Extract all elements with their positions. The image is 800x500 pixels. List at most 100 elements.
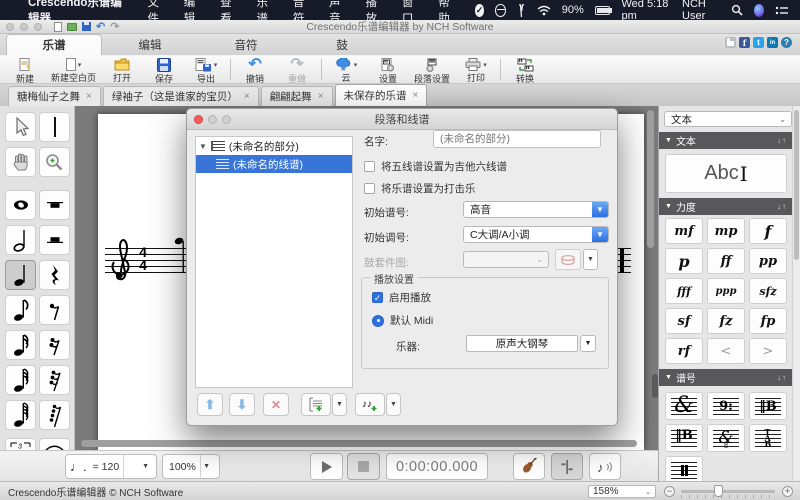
dialog-title-bar[interactable]: 段落和线谱 bbox=[187, 109, 617, 130]
zoom-in-button[interactable]: + bbox=[782, 486, 793, 497]
part-settings-button[interactable]: 段落设置 bbox=[409, 56, 455, 83]
cloud-button[interactable]: ▾ 云 bbox=[325, 56, 367, 83]
checkbox-checked[interactable]: ✓ bbox=[372, 292, 383, 303]
add-part-dropdown[interactable]: ▼ bbox=[332, 393, 347, 416]
section-move-icons[interactable]: ↓↑ bbox=[777, 202, 787, 211]
dynamic-item[interactable]: fz bbox=[707, 308, 745, 334]
percussion-clef-item[interactable] bbox=[665, 456, 703, 481]
quarter-note-tool[interactable] bbox=[5, 260, 36, 290]
open-button[interactable]: 打开 bbox=[101, 56, 143, 83]
doc-tab[interactable]: 翩翩起舞× bbox=[261, 86, 333, 106]
vertical-scrollbar[interactable] bbox=[647, 110, 654, 248]
save-button[interactable]: 保存 bbox=[143, 56, 185, 83]
half-note-tool[interactable] bbox=[5, 225, 36, 255]
dynamic-item[interactable]: pp bbox=[749, 248, 787, 274]
dynamic-item[interactable]: f bbox=[749, 218, 787, 244]
disclosure-triangle-icon[interactable]: ▼ bbox=[199, 142, 207, 151]
treble-8-clef-item[interactable]: &8 bbox=[707, 424, 745, 452]
tree-item-part[interactable]: ▼ (未命名的部分) bbox=[196, 137, 352, 155]
tempo-combo[interactable]: ♩. = 120 ▼ bbox=[65, 454, 157, 479]
ribbon-tab-drums[interactable]: 鼓 bbox=[294, 34, 390, 55]
dynamic-item[interactable]: fp bbox=[749, 308, 787, 334]
spotlight-icon[interactable] bbox=[731, 4, 743, 16]
dynamic-item[interactable]: sf bbox=[665, 308, 703, 334]
section-header-text[interactable]: ▼ 文本 ↓↑ bbox=[659, 132, 793, 149]
doc-tab-active[interactable]: 未保存的乐谱× bbox=[335, 84, 428, 106]
chevron-down-icon[interactable]: ▾ bbox=[78, 61, 82, 69]
doc-tab[interactable]: 糖梅仙子之舞× bbox=[8, 86, 101, 106]
enable-playback-row[interactable]: ✓ 启用播放 bbox=[372, 290, 431, 305]
sixty-fourth-rest-tool[interactable] bbox=[39, 400, 70, 430]
radio-selected[interactable] bbox=[372, 315, 384, 327]
instrument-select[interactable]: 原声大钢琴 bbox=[466, 335, 578, 352]
default-midi-row[interactable]: 默认 Midi bbox=[372, 313, 433, 328]
chevron-down-icon[interactable]: ▾ bbox=[483, 61, 487, 69]
ribbon-tab-score[interactable]: 乐谱 bbox=[6, 34, 102, 55]
twitter-icon[interactable]: t bbox=[753, 37, 764, 48]
dynamic-item[interactable]: p bbox=[665, 248, 703, 274]
print-button[interactable]: ▾ 打印 bbox=[455, 56, 497, 83]
undo-button[interactable]: ↶ 撤销 bbox=[234, 56, 276, 83]
barline-tool[interactable] bbox=[39, 112, 70, 142]
eighth-note-tool[interactable] bbox=[5, 295, 36, 325]
dynamic-item[interactable]: ppp bbox=[707, 278, 745, 304]
initial-clef-select[interactable]: 高音 ▼ bbox=[463, 201, 609, 218]
status-globe-icon[interactable] bbox=[495, 4, 505, 17]
tree-item-staff-selected[interactable]: (未命名的线谱) bbox=[196, 155, 352, 173]
new-blank-page-button[interactable]: ▾ 新建空白页 bbox=[46, 56, 101, 83]
like-icon[interactable] bbox=[725, 37, 736, 48]
quick-save-icon[interactable] bbox=[82, 22, 91, 31]
add-staff-button[interactable]: ♪♪ bbox=[355, 393, 385, 416]
siri-icon[interactable] bbox=[754, 4, 764, 17]
half-rest-tool[interactable] bbox=[39, 225, 70, 255]
checkbox-unchecked[interactable] bbox=[364, 183, 375, 194]
chevron-down-icon[interactable]: ▾ bbox=[214, 61, 218, 69]
doc-tab[interactable]: 绿袖子（这是谁家的宝贝）× bbox=[103, 86, 259, 106]
close-icon[interactable]: × bbox=[244, 91, 250, 102]
stop-button[interactable] bbox=[347, 453, 380, 480]
quarter-rest-tool[interactable] bbox=[39, 260, 70, 290]
new-button[interactable]: 新建 bbox=[4, 56, 46, 83]
text-tool-item[interactable]: Abc I bbox=[665, 154, 787, 193]
delete-button[interactable]: ✕ bbox=[263, 393, 289, 416]
add-part-button[interactable] bbox=[301, 393, 331, 416]
horizontal-scrollbar[interactable] bbox=[81, 440, 637, 447]
sixteenth-rest-tool[interactable] bbox=[39, 330, 70, 360]
chevron-down-icon[interactable]: ▼ bbox=[139, 463, 152, 470]
dynamic-item[interactable]: ff bbox=[707, 248, 745, 274]
move-up-button[interactable]: ⬆ bbox=[197, 393, 223, 416]
settings-button[interactable]: 设置 bbox=[367, 56, 409, 83]
tenor-clef-item[interactable]: ‖B bbox=[665, 424, 703, 452]
instrument-button[interactable] bbox=[513, 453, 545, 480]
move-down-button[interactable]: ⬇ bbox=[229, 393, 255, 416]
help-icon[interactable]: ? bbox=[781, 37, 792, 48]
status-check-icon[interactable]: ✓ bbox=[475, 4, 485, 17]
sixty-fourth-note-tool[interactable] bbox=[5, 400, 36, 430]
dynamic-item[interactable]: fff bbox=[665, 278, 703, 304]
decrescendo-hairpin-item[interactable]: > bbox=[749, 338, 787, 364]
checkbox-unchecked[interactable] bbox=[364, 161, 375, 172]
crescendo-hairpin-item[interactable]: < bbox=[707, 338, 745, 364]
name-input[interactable] bbox=[433, 130, 601, 148]
ribbon-tab-notes[interactable]: 音符 bbox=[198, 34, 294, 55]
drumkit-dropdown[interactable]: ▼ bbox=[583, 249, 598, 270]
export-button[interactable]: ▾ 导出 bbox=[185, 56, 227, 83]
zoom-level-combo[interactable]: 158% ⌄ bbox=[588, 485, 656, 498]
redo-button[interactable]: ↷ 重做 bbox=[276, 56, 318, 83]
ribbon-tab-edit[interactable]: 编辑 bbox=[102, 34, 198, 55]
treble-clef-item[interactable]: & bbox=[665, 392, 703, 420]
close-icon[interactable]: × bbox=[413, 90, 419, 101]
hand-tool[interactable] bbox=[5, 147, 36, 177]
zoom-slider[interactable] bbox=[681, 490, 775, 493]
section-move-icons[interactable]: ↓↑ bbox=[777, 136, 787, 145]
dynamic-item[interactable]: mp bbox=[707, 218, 745, 244]
instrument-dropdown[interactable]: ▼ bbox=[580, 335, 596, 352]
section-header-clefs[interactable]: ▼ 谱号 ↓↑ bbox=[659, 369, 793, 386]
eighth-rest-tool[interactable] bbox=[39, 295, 70, 325]
add-staff-dropdown[interactable]: ▼ bbox=[386, 393, 401, 416]
initial-key-select[interactable]: C大调/A小调 ▼ bbox=[463, 226, 609, 243]
select-tool[interactable] bbox=[5, 112, 36, 142]
close-icon[interactable]: × bbox=[318, 91, 324, 102]
panel-scrollbar[interactable] bbox=[792, 106, 800, 481]
dynamic-item[interactable]: rf bbox=[665, 338, 703, 364]
